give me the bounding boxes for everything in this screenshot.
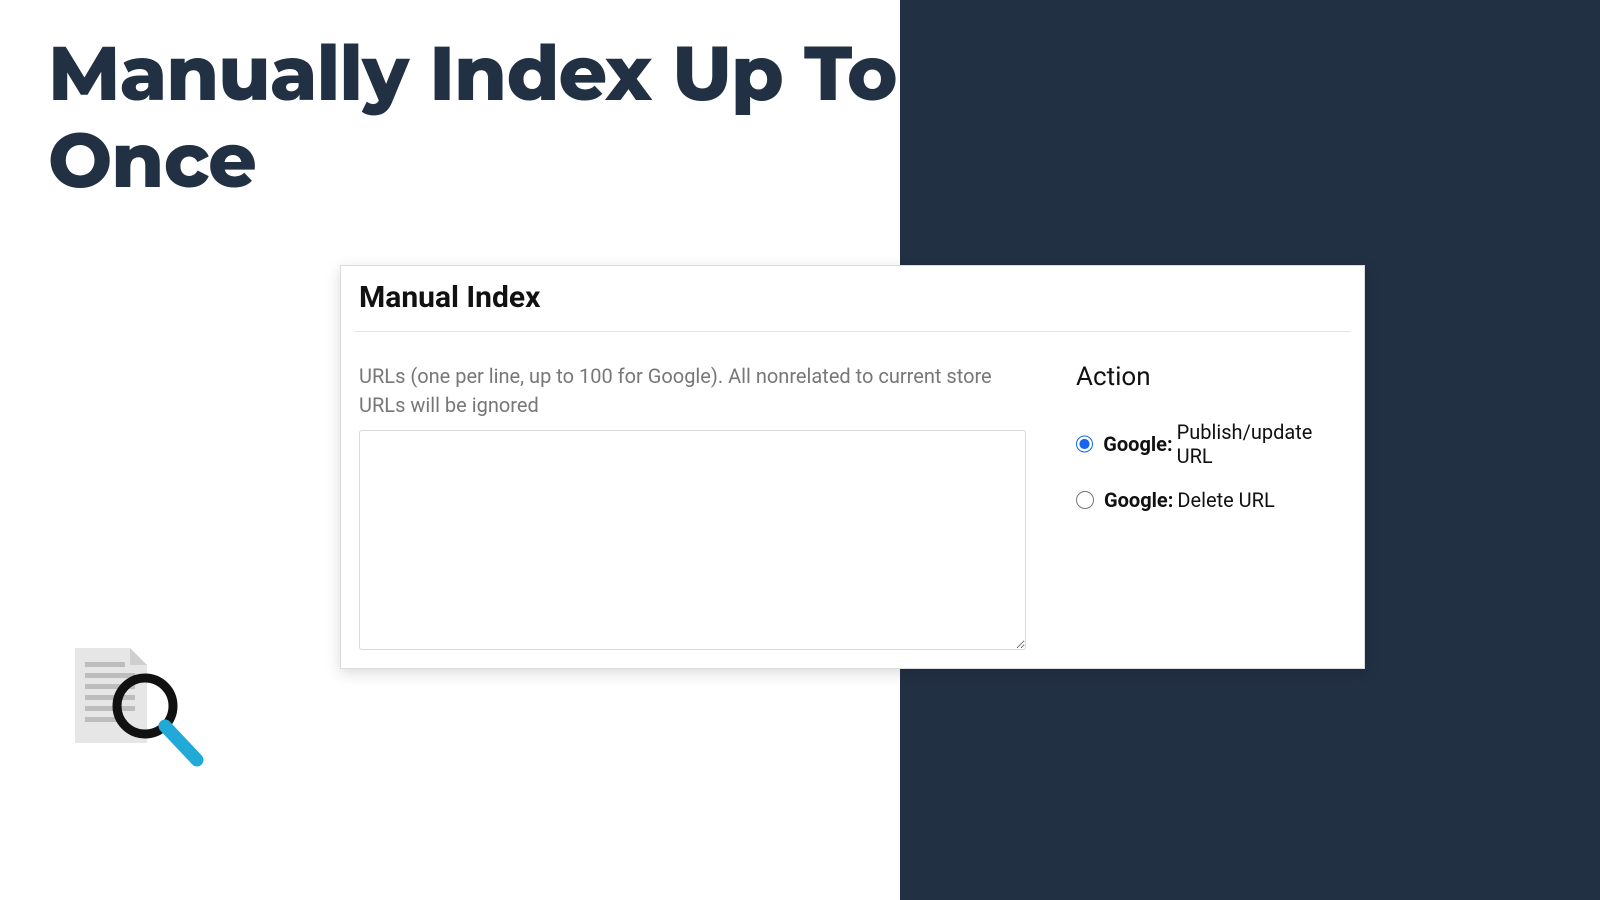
page-headline: Manually Index Up To 200 Pages At Once [48, 30, 1600, 205]
document-search-icon [75, 648, 205, 778]
radio-delete-url[interactable]: Google: Delete URL [1076, 488, 1346, 512]
radio-publish-update-input[interactable] [1076, 435, 1093, 453]
radio-prefix: Google: [1104, 488, 1173, 512]
manual-index-card: Manual Index URLs (one per line, up to 1… [340, 265, 1365, 669]
radio-publish-update[interactable]: Google: Publish/update URL [1076, 420, 1346, 468]
radio-delete-url-input[interactable] [1076, 491, 1094, 509]
radio-label: Publish/update URL [1177, 420, 1346, 468]
radio-prefix: Google: [1103, 432, 1172, 456]
action-heading: Action [1076, 362, 1346, 392]
urls-helper-text: URLs (one per line, up to 100 for Google… [359, 362, 1026, 420]
card-body: URLs (one per line, up to 100 for Google… [341, 332, 1364, 668]
radio-label: Delete URL [1177, 488, 1274, 512]
action-column: Action Google: Publish/update URL Google… [1076, 362, 1346, 654]
card-title: Manual Index [341, 266, 1364, 331]
urls-column: URLs (one per line, up to 100 for Google… [359, 362, 1026, 654]
urls-textarea[interactable] [359, 430, 1026, 650]
